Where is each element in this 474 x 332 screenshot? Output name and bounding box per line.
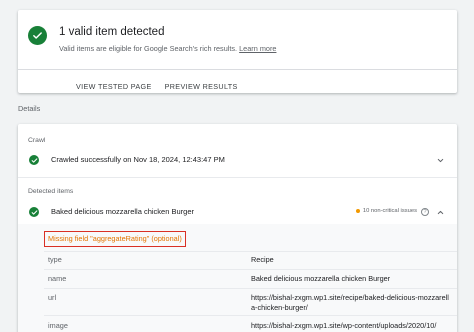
chevron-down-icon[interactable] [435, 155, 445, 165]
crawl-row[interactable]: Crawled successfully on Nov 18, 2024, 12… [18, 152, 457, 168]
divider [44, 269, 457, 270]
item-details-panel: Missing field "aggregateRating" (optiona… [18, 224, 457, 332]
field-key-name: name [48, 274, 67, 283]
help-icon[interactable]: ? [421, 208, 429, 216]
field-value-url: https://bishal-zxgm.wp1.site/recipe/bake… [251, 293, 449, 312]
divider [44, 315, 457, 316]
field-key-type: type [48, 255, 62, 264]
summary-actions: VIEW TESTED PAGE PREVIEW RESULTS [76, 82, 238, 91]
check-circle-icon [29, 207, 39, 217]
details-label: Details [18, 104, 41, 113]
summary-card: 1 valid item detected Valid items are el… [18, 10, 457, 93]
view-tested-page-button[interactable]: VIEW TESTED PAGE [76, 82, 152, 91]
detected-items-heading: Detected items [28, 188, 74, 195]
learn-more-link[interactable]: Learn more [239, 44, 276, 53]
chevron-up-icon[interactable] [435, 207, 445, 217]
field-value-image: https://bishal-zxgm.wp1.site/wp-content/… [251, 321, 437, 330]
details-card: Crawl Crawled successfully on Nov 18, 20… [18, 124, 457, 332]
missing-field-warning: Missing field "aggregateRating" (optiona… [44, 231, 186, 247]
summary-subtitle-text: Valid items are eligible for Google Sear… [59, 44, 238, 53]
warning-dot-icon [355, 209, 360, 213]
field-value-name: Baked delicious mozzarella chicken Burge… [251, 274, 391, 283]
preview-results-button[interactable]: PREVIEW RESULTS [165, 82, 238, 91]
summary-header: 1 valid item detected Valid items are el… [28, 25, 276, 54]
field-value-type: Recipe [251, 255, 274, 264]
issues-count: 10 non-critical issues [362, 208, 417, 214]
crawl-status: Crawled successfully on Nov 18, 2024, 12… [51, 155, 225, 164]
divider [18, 69, 457, 70]
field-key-image: image [48, 321, 68, 330]
issues-badge: 10 non-critical issues [355, 208, 417, 214]
divider [44, 288, 457, 289]
divider [18, 177, 457, 178]
crawl-heading: Crawl [28, 137, 46, 144]
check-circle-icon [29, 155, 39, 165]
detected-item-name: Baked delicious mozzarella chicken Burge… [51, 207, 194, 216]
field-key-url: url [48, 293, 57, 302]
summary-subtitle: Valid items are eligible for Google Sear… [59, 44, 276, 54]
divider [44, 251, 457, 252]
check-circle-icon [28, 26, 47, 45]
detected-item-row[interactable]: Baked delicious mozzarella chicken Burge… [18, 204, 457, 220]
summary-title: 1 valid item detected [59, 26, 165, 38]
